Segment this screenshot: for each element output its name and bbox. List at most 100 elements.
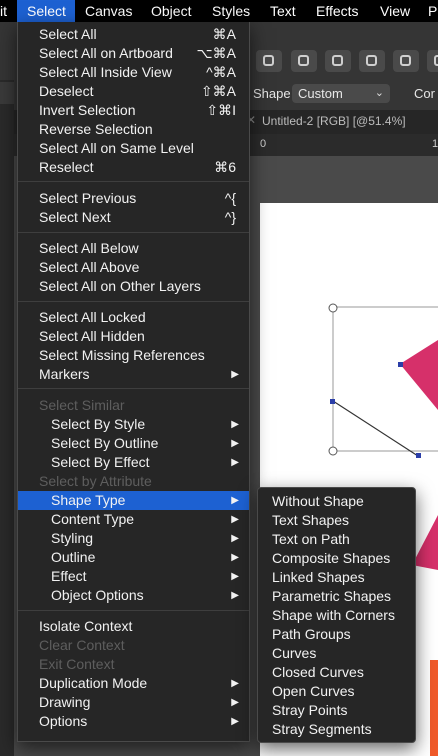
- menu-item-select-all-inside-view[interactable]: Select All Inside View ^⌘A: [18, 63, 249, 82]
- menu-item-label: Reverse Selection: [39, 121, 153, 137]
- menu-item-select-all-on-same-level[interactable]: Select All on Same Level: [18, 139, 249, 158]
- shortcut-label: ⌘6: [214, 159, 236, 175]
- menu-item-label: Select Missing References: [39, 347, 205, 363]
- menu-item-reselect[interactable]: Reselect ⌘6: [18, 158, 249, 177]
- submenu-item-label: Text Shapes: [272, 512, 350, 528]
- menu-item-invert-selection[interactable]: Invert Selection ⇧⌘I: [18, 101, 249, 120]
- menu-item-label: Select All on Artboard: [39, 45, 173, 61]
- shortcut-label: ⌥⌘A: [196, 45, 236, 61]
- menu-item-label: Duplication Mode: [39, 675, 148, 691]
- submenu-arrow-icon: ▶: [231, 716, 239, 727]
- submenu-arrow-icon: ▶: [231, 552, 239, 563]
- menu-item-select-by-outline[interactable]: Select By Outline ▶: [18, 434, 249, 453]
- path-node-1: [398, 362, 403, 367]
- menu-item-label: Select All Above: [39, 259, 140, 275]
- submenu-item-stray-points[interactable]: Stray Points: [258, 701, 415, 720]
- menu-item-content-type[interactable]: Content Type ▶: [18, 510, 249, 529]
- menu-item-label: Select Previous: [39, 190, 137, 206]
- menu-item-select-all-on-artboard[interactable]: Select All on Artboard ⌥⌘A: [18, 44, 249, 63]
- menu-separator: [18, 232, 249, 233]
- menu-item-select-previous[interactable]: Select Previous ^{: [18, 189, 249, 208]
- submenu-item-label: Without Shape: [272, 493, 364, 509]
- menu-item-label: Select All Locked: [39, 309, 146, 325]
- submenu-arrow-icon: ▶: [231, 571, 239, 582]
- shortcut-label: ^}: [224, 209, 236, 225]
- menu-item-label: Styling: [51, 530, 94, 546]
- select-menu: Select All ⌘A Select All on Artboard ⌥⌘A S…: [17, 22, 250, 742]
- submenu-item-label: Text on Path: [272, 531, 350, 547]
- menu-heading-select-similar: Select Similar: [18, 396, 249, 415]
- menu-item-label: Isolate Context: [39, 618, 133, 634]
- menu-separator: [18, 388, 249, 389]
- menu-item-shape-type[interactable]: Shape Type ▶: [18, 491, 249, 510]
- menu-item-select-next[interactable]: Select Next ^}: [18, 208, 249, 227]
- submenu-item-without-shape[interactable]: Without Shape: [258, 492, 415, 511]
- submenu-item-closed-curves[interactable]: Closed Curves: [258, 663, 415, 682]
- selected-path-segment: [332, 400, 419, 457]
- submenu-item-open-curves[interactable]: Open Curves: [258, 682, 415, 701]
- menu-item-drawing[interactable]: Drawing ▶: [18, 693, 249, 712]
- menu-item-select-all[interactable]: Select All ⌘A: [18, 25, 249, 44]
- menu-item-label: Select All Inside View: [39, 64, 172, 80]
- submenu-item-text-shapes[interactable]: Text Shapes: [258, 511, 415, 530]
- menu-item-select-all-on-other-layers[interactable]: Select All on Other Layers: [18, 277, 249, 296]
- menu-item-label: Select by Attribute: [39, 473, 152, 489]
- submenu-item-linked-shapes[interactable]: Linked Shapes: [258, 568, 415, 587]
- submenu-arrow-icon: ▶: [231, 697, 239, 708]
- menu-item-label: Exit Context: [39, 656, 115, 672]
- menu-item-duplication-mode[interactable]: Duplication Mode ▶: [18, 674, 249, 693]
- menu-item-label: Content Type: [51, 511, 135, 527]
- menu-item-isolate-context[interactable]: Isolate Context: [18, 617, 249, 636]
- shape-type-submenu: Without Shape Text Shapes Text on Path C…: [257, 487, 416, 743]
- menu-item-options[interactable]: Options ▶: [18, 712, 249, 731]
- submenu-arrow-icon: ▶: [231, 590, 239, 601]
- menu-item-object-options[interactable]: Object Options ▶: [18, 586, 249, 605]
- selection-handle-top: [328, 303, 338, 313]
- menu-item-label: Deselect: [39, 83, 94, 99]
- menu-item-label: Select Similar: [39, 397, 125, 413]
- menu-item-select-all-locked[interactable]: Select All Locked: [18, 308, 249, 327]
- menu-item-label: Reselect: [39, 159, 94, 175]
- menu-item-label: Select Next: [39, 209, 111, 225]
- menu-item-select-missing-references[interactable]: Select Missing References: [18, 346, 249, 365]
- menu-item-clear-context: Clear Context: [18, 636, 249, 655]
- submenu-item-stray-segments[interactable]: Stray Segments: [258, 720, 415, 739]
- submenu-arrow-icon: ▶: [231, 514, 239, 525]
- menu-item-select-all-below[interactable]: Select All Below: [18, 239, 249, 258]
- menu-item-label: Shape Type: [51, 492, 126, 508]
- menu-item-label: Outline: [51, 549, 96, 565]
- submenu-item-label: Composite Shapes: [272, 550, 391, 566]
- submenu-arrow-icon: ▶: [231, 495, 239, 506]
- menu-item-styling[interactable]: Styling ▶: [18, 529, 249, 548]
- submenu-arrow-icon: ▶: [231, 369, 239, 380]
- menu-item-label: Markers: [39, 366, 90, 382]
- shortcut-label: ⌘A: [212, 26, 236, 42]
- shortcut-label: ⇧⌘A: [200, 83, 236, 99]
- shortcut-label: ^{: [224, 190, 236, 206]
- menu-item-exit-context: Exit Context: [18, 655, 249, 674]
- submenu-item-shape-with-corners[interactable]: Shape with Corners: [258, 606, 415, 625]
- shortcut-label: ^⌘A: [206, 64, 236, 80]
- menu-item-select-all-hidden[interactable]: Select All Hidden: [18, 327, 249, 346]
- submenu-arrow-icon: ▶: [231, 457, 239, 468]
- menu-item-outline[interactable]: Outline ▶: [18, 548, 249, 567]
- menu-item-markers[interactable]: Markers ▶: [18, 365, 249, 384]
- menu-item-effect[interactable]: Effect ▶: [18, 567, 249, 586]
- menu-separator: [18, 610, 249, 611]
- submenu-item-path-groups[interactable]: Path Groups: [258, 625, 415, 644]
- path-node-2: [330, 399, 335, 404]
- menu-item-reverse-selection[interactable]: Reverse Selection: [18, 120, 249, 139]
- menu-item-select-by-style[interactable]: Select By Style ▶: [18, 415, 249, 434]
- submenu-item-label: Open Curves: [272, 683, 355, 699]
- submenu-item-text-on-path[interactable]: Text on Path: [258, 530, 415, 549]
- submenu-item-label: Path Groups: [272, 626, 351, 642]
- menu-item-select-all-above[interactable]: Select All Above: [18, 258, 249, 277]
- submenu-item-composite-shapes[interactable]: Composite Shapes: [258, 549, 415, 568]
- submenu-item-curves[interactable]: Curves: [258, 644, 415, 663]
- magenta-shape-top: [400, 340, 438, 410]
- submenu-arrow-icon: ▶: [231, 678, 239, 689]
- submenu-item-parametric-shapes[interactable]: Parametric Shapes: [258, 587, 415, 606]
- menu-item-deselect[interactable]: Deselect ⇧⌘A: [18, 82, 249, 101]
- menu-item-select-by-effect[interactable]: Select By Effect ▶: [18, 453, 249, 472]
- submenu-item-label: Stray Segments: [272, 721, 372, 737]
